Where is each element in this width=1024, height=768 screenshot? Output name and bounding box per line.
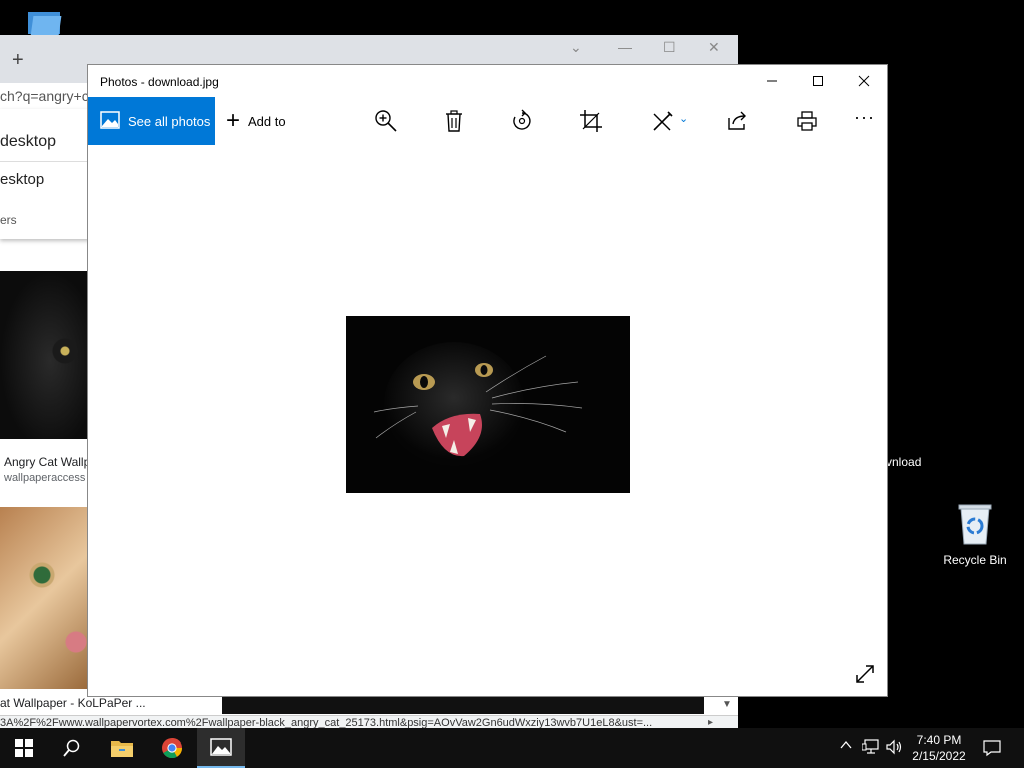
- more-icon[interactable]: ···: [854, 107, 875, 128]
- add-to-label: Add to: [248, 113, 286, 129]
- fullscreen-expand-icon[interactable]: [854, 663, 876, 690]
- window-title: Photos - download.jpg: [100, 75, 219, 89]
- minimize-button[interactable]: —: [618, 39, 632, 55]
- displayed-photo: [346, 316, 630, 493]
- recycle-bin-shortcut[interactable]: Recycle Bin: [940, 502, 1010, 567]
- filters-link[interactable]: ers: [0, 213, 17, 227]
- divider: [0, 161, 90, 162]
- zoom-icon[interactable]: [374, 109, 398, 133]
- photos-window: Photos - download.jpg See all photos + A…: [87, 64, 888, 697]
- close-button[interactable]: [841, 65, 887, 97]
- image-result-thumbnail[interactable]: [0, 507, 88, 689]
- photos-titlebar: Photos - download.jpg: [88, 65, 887, 97]
- image-result-source: wallpaperaccess: [4, 472, 86, 484]
- minimize-button[interactable]: [749, 65, 795, 97]
- chrome-taskbar-button[interactable]: [148, 728, 196, 768]
- address-text: ch?q=angry+c: [0, 88, 89, 104]
- clock-time: 7:40 PM: [916, 733, 962, 747]
- recycle-bin-label: Recycle Bin: [943, 553, 1007, 567]
- photos-toolbar: See all photos + Add to ⌄ ···: [88, 97, 887, 145]
- windows-logo-icon: [15, 739, 33, 757]
- delete-icon[interactable]: [442, 109, 466, 133]
- photos-app-icon: [210, 738, 232, 756]
- edit-icon[interactable]: [651, 109, 675, 133]
- photos-taskbar-button[interactable]: [197, 728, 245, 768]
- scroll-down-arrow-icon[interactable]: ▼: [722, 699, 732, 710]
- suggestion-item[interactable]: esktop: [0, 171, 44, 188]
- picture-icon: [100, 110, 120, 132]
- suggestion-item[interactable]: desktop: [0, 133, 56, 151]
- image-result-title[interactable]: Angry Cat Wallp: [4, 455, 90, 469]
- folder-icon: [111, 741, 133, 757]
- image-result-thumbnail[interactable]: [0, 271, 88, 439]
- file-explorer-button[interactable]: [98, 728, 146, 768]
- desktop-folder-icon[interactable]: [28, 10, 62, 36]
- start-button[interactable]: [0, 728, 48, 768]
- chevron-up-icon[interactable]: [840, 739, 852, 754]
- network-icon[interactable]: [861, 739, 880, 758]
- plus-icon: +: [226, 107, 241, 134]
- see-all-photos-button[interactable]: See all photos: [88, 97, 215, 145]
- taskbar: 7:40 PM 2/15/2022: [0, 728, 1024, 768]
- crop-icon[interactable]: [579, 109, 603, 133]
- clock[interactable]: 7:40 PM 2/15/2022: [912, 732, 966, 764]
- print-icon[interactable]: [795, 109, 819, 133]
- notification-center-icon[interactable]: [983, 739, 1001, 760]
- desktop-download-label[interactable]: vnload: [886, 455, 921, 469]
- clock-date: 2/15/2022: [912, 749, 966, 763]
- add-to-button[interactable]: + Add to: [226, 97, 286, 145]
- angry-cat-image: [346, 316, 630, 493]
- new-tab-button[interactable]: +: [12, 49, 24, 72]
- see-all-photos-label: See all photos: [128, 113, 211, 129]
- search-button[interactable]: [48, 728, 96, 768]
- volume-icon[interactable]: [886, 739, 904, 758]
- image-preview-strip: [222, 697, 704, 714]
- maximize-button[interactable]: ☐: [663, 39, 676, 56]
- share-icon[interactable]: [726, 109, 750, 133]
- image-result-title[interactable]: at Wallpaper - KoLPaPer ...: [0, 696, 146, 710]
- tab-search-icon[interactable]: ⌄: [570, 39, 582, 56]
- recycle-bin-icon: [940, 502, 1010, 549]
- maximize-button[interactable]: [795, 65, 841, 97]
- chrome-icon: [162, 737, 183, 759]
- chevron-down-icon[interactable]: ⌄: [679, 112, 688, 125]
- rotate-icon[interactable]: [510, 109, 534, 133]
- search-icon: [63, 739, 80, 757]
- scroll-right-arrow-icon[interactable]: ▸: [708, 717, 713, 728]
- close-button[interactable]: ✕: [708, 39, 720, 56]
